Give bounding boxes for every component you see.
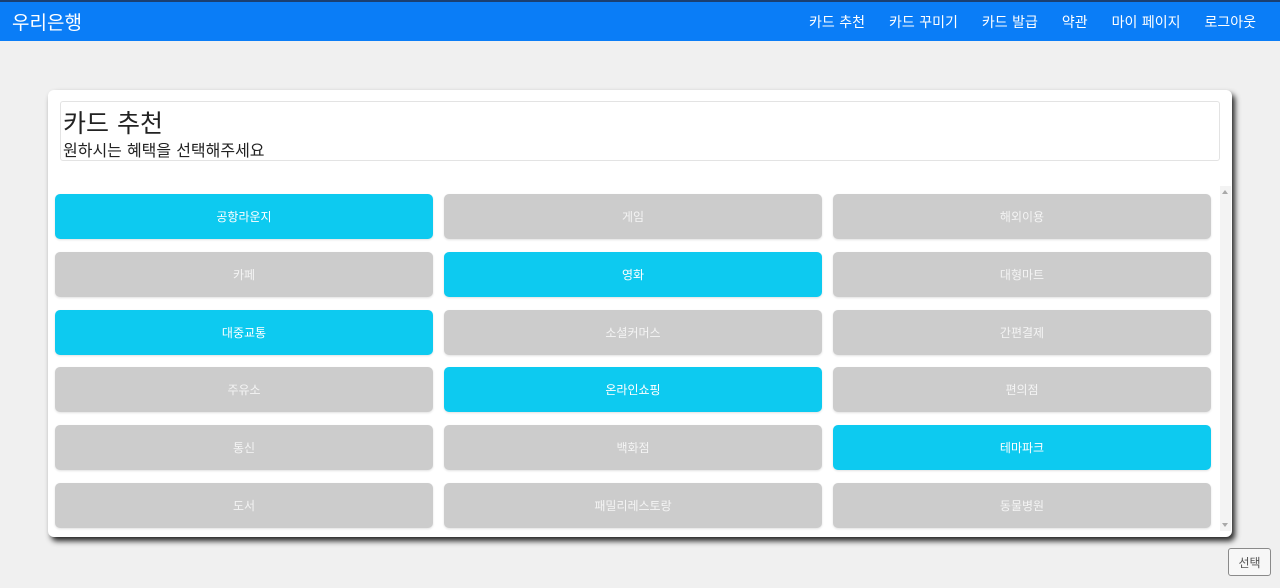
nav-card-customize[interactable]: 카드 꾸미기 xyxy=(877,12,970,32)
benefit-option-9[interactable]: 간편결제 xyxy=(833,310,1211,355)
nav-links: 카드 추천 카드 꾸미기 카드 발급 약관 마이 페이지 로그아웃 xyxy=(797,12,1268,32)
brand-logo[interactable]: 우리은행 xyxy=(12,8,82,35)
benefit-option-7[interactable]: 대중교통 xyxy=(55,310,433,355)
scroll-down-arrow-icon[interactable] xyxy=(1222,523,1228,527)
benefit-option-11[interactable]: 온라인쇼핑 xyxy=(444,367,822,412)
scroll-up-arrow-icon[interactable] xyxy=(1222,190,1228,194)
benefit-option-4[interactable]: 카페 xyxy=(55,252,433,297)
benefit-option-17[interactable]: 패밀리레스토랑 xyxy=(444,483,822,528)
vertical-scrollbar[interactable] xyxy=(1220,186,1231,531)
select-button[interactable]: 선택 xyxy=(1228,548,1271,576)
page-title: 카드 추천 xyxy=(63,109,163,138)
benefit-option-15[interactable]: 테마파크 xyxy=(833,425,1211,470)
benefit-option-18[interactable]: 동물병원 xyxy=(833,483,1211,528)
benefit-option-5[interactable]: 영화 xyxy=(444,252,822,297)
benefit-option-14[interactable]: 백화점 xyxy=(444,425,822,470)
benefit-option-13[interactable]: 통신 xyxy=(55,425,433,470)
benefit-option-3[interactable]: 해외이용 xyxy=(833,194,1211,239)
page-subtitle: 원하시는 혜택을 선택해주세요 xyxy=(63,141,265,160)
benefit-option-10[interactable]: 주유소 xyxy=(55,367,433,412)
benefit-option-8[interactable]: 소셜커머스 xyxy=(444,310,822,355)
nav-my-page[interactable]: 마이 페이지 xyxy=(1100,12,1193,32)
top-navbar: 우리은행 카드 추천 카드 꾸미기 카드 발급 약관 마이 페이지 로그아웃 xyxy=(0,0,1280,41)
benefit-option-16[interactable]: 도서 xyxy=(55,483,433,528)
benefit-option-2[interactable]: 게임 xyxy=(444,194,822,239)
benefit-option-1[interactable]: 공항라운지 xyxy=(55,194,433,239)
benefit-option-6[interactable]: 대형마트 xyxy=(833,252,1211,297)
recommend-card: 카드 추천 원하시는 혜택을 선택해주세요 공항라운지 게임 해외이용카페 영화 대형마… xyxy=(48,90,1232,537)
nav-logout[interactable]: 로그아웃 xyxy=(1192,12,1268,32)
card-header: 카드 추천 원하시는 혜택을 선택해주세요 xyxy=(60,101,1220,161)
nav-terms[interactable]: 약관 xyxy=(1050,12,1100,32)
nav-card-recommend[interactable]: 카드 추천 xyxy=(797,12,877,32)
benefit-grid: 공항라운지 게임 해외이용카페 영화 대형마트대중교통 소셜커머스 간편결제주유소 온라인쇼핑… xyxy=(48,186,1218,531)
benefit-option-12[interactable]: 편의점 xyxy=(833,367,1211,412)
nav-card-issue[interactable]: 카드 발급 xyxy=(970,12,1050,32)
